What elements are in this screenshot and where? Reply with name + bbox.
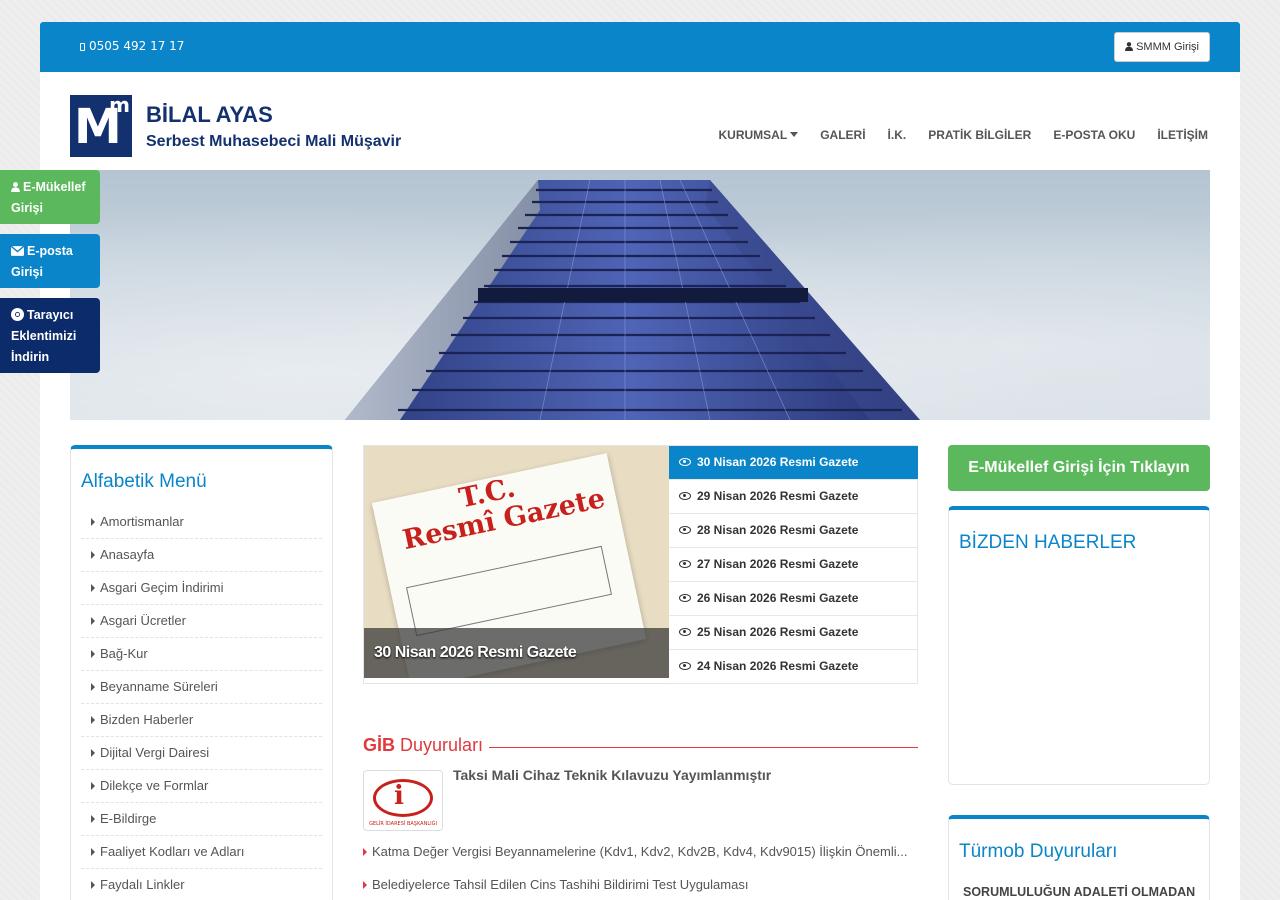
phone-info: 0505 492 17 17: [80, 39, 184, 53]
gazete-item[interactable]: 28 Nisan 2026 Resmi Gazete: [669, 514, 918, 548]
gib-announcement-item[interactable]: Belediyelerce Tahsil Edilen Cins Tashihi…: [363, 877, 918, 892]
gazete-caption: 30 Nisan 2026 Resmi Gazete: [364, 628, 669, 678]
chevron-right-icon: [91, 782, 95, 790]
main-nav: KURUMSAL GALERİ İ.K. PRATİK BİLGİLER E-P…: [719, 128, 1208, 142]
nav-item-pratik-bilgiler[interactable]: PRATİK BİLGİLER: [928, 128, 1031, 142]
smmm-login-label: SMMM Girişi: [1136, 41, 1199, 53]
list-item[interactable]: Dijital Vergi Dairesi: [81, 737, 322, 770]
gib-logo-icon: i: [394, 781, 404, 811]
turmob-announcement[interactable]: SORUMLULUĞUN ADALETİ OLMADAN: [963, 885, 1195, 899]
side-tab-tarayici[interactable]: Tarayıcı Eklentimizi İndirin: [0, 298, 100, 373]
bizden-haberler-panel: BİZDEN HABERLER: [948, 506, 1210, 785]
gazete-list: 30 Nisan 2026 Resmi Gazete 29 Nisan 2026…: [669, 446, 918, 684]
eye-icon: [679, 458, 691, 466]
resmi-gazete-widget: T.C. Resmî Gazete 30 Nisan 2026 Resmi Ga…: [363, 445, 918, 684]
eye-icon: [679, 594, 691, 602]
alphabetic-menu-panel: Alfabetik Menü Amortismanlar Anasayfa As…: [70, 445, 333, 900]
nav-item-galeri[interactable]: GALERİ: [820, 128, 865, 142]
chevron-right-icon: [91, 584, 95, 592]
chevron-right-icon: [363, 848, 367, 856]
nav-item-iletisim[interactable]: İLETİŞİM: [1157, 128, 1208, 142]
brand-name[interactable]: BİLAL AYAS: [146, 102, 273, 128]
page-container: 0505 492 17 17 SMMM Girişi M m BİLAL AYA…: [40, 22, 1240, 900]
chevron-right-icon: [91, 881, 95, 889]
logo-super: m: [109, 93, 130, 117]
alphabetic-menu-list: Amortismanlar Anasayfa Asgari Geçim İndi…: [81, 506, 322, 900]
gazete-item[interactable]: 27 Nisan 2026 Resmi Gazete: [669, 548, 918, 582]
user-icon: [11, 182, 20, 192]
caret-down-icon: [790, 132, 799, 137]
gib-headline-link[interactable]: Taksi Mali Cihaz Teknik Kılavuzu Yayımla…: [453, 767, 771, 783]
nav-item-kurumsal[interactable]: KURUMSAL: [719, 128, 799, 142]
envelope-icon: [10, 245, 25, 256]
site-header: M m BİLAL AYAS Serbest Muhasebeci Mali M…: [40, 72, 1240, 170]
list-item[interactable]: Bizden Haberler: [81, 704, 322, 737]
smmm-login-button[interactable]: SMMM Girişi: [1114, 32, 1210, 62]
phone-icon: [80, 43, 85, 51]
nav-item-ik[interactable]: İ.K.: [888, 128, 907, 142]
brand-subtitle: Serbest Muhasebeci Mali Müşavir: [146, 133, 402, 150]
chevron-right-icon: [91, 716, 95, 724]
turmob-title: Türmob Duyuruları: [959, 841, 1118, 862]
chevron-right-icon: [91, 617, 95, 625]
list-item[interactable]: Dilekçe ve Formlar: [81, 770, 322, 803]
list-item[interactable]: Faaliyet Kodları ve Adları: [81, 836, 322, 869]
chrome-icon: [11, 308, 24, 321]
gazete-item[interactable]: 29 Nisan 2026 Resmi Gazete: [669, 480, 918, 514]
bizden-haberler-title: BİZDEN HABERLER: [959, 532, 1137, 553]
gazete-item[interactable]: 25 Nisan 2026 Resmi Gazete: [669, 616, 918, 650]
chevron-right-icon: [91, 848, 95, 856]
eye-icon: [679, 526, 691, 534]
user-icon: [1125, 42, 1134, 51]
side-tab-emukellef[interactable]: E-Mükellef Girişi: [0, 170, 100, 224]
chevron-right-icon: [91, 518, 95, 526]
gib-title-divider: [489, 747, 918, 748]
building-image: [345, 179, 920, 420]
list-item[interactable]: Asgari Geçim İndirimi: [81, 572, 322, 605]
emukellef-login-button[interactable]: E-Mükellef Girişi İçin Tıklayın: [948, 445, 1210, 491]
list-item[interactable]: Anasayfa: [81, 539, 322, 572]
eye-icon: [679, 492, 691, 500]
gazete-item[interactable]: 26 Nisan 2026 Resmi Gazete: [669, 582, 918, 616]
top-bar: 0505 492 17 17 SMMM Girişi: [40, 22, 1240, 72]
hero-banner: [70, 170, 1210, 420]
chevron-right-icon: [91, 650, 95, 658]
chevron-right-icon: [91, 683, 95, 691]
list-item[interactable]: Beyanname Süreleri: [81, 671, 322, 704]
side-tab-eposta[interactable]: E-posta Girişi: [0, 234, 100, 288]
gazete-image[interactable]: T.C. Resmî Gazete 30 Nisan 2026 Resmi Ga…: [364, 446, 669, 678]
list-item[interactable]: Bağ-Kur: [81, 638, 322, 671]
brand-logo[interactable]: M m: [70, 93, 132, 157]
list-item[interactable]: E-Bildirge: [81, 803, 322, 836]
eye-icon: [679, 662, 691, 670]
chevron-right-icon: [363, 881, 367, 889]
gib-logo: i GELİR İDARESİ BAŞKANLIĞI: [363, 770, 443, 831]
alphabetic-menu-title: Alfabetik Menü: [81, 471, 207, 492]
chevron-right-icon: [91, 551, 95, 559]
list-item[interactable]: Faydalı Linkler: [81, 869, 322, 900]
chevron-right-icon: [91, 749, 95, 757]
nav-item-eposta-oku[interactable]: E-POSTA OKU: [1053, 128, 1135, 142]
list-item[interactable]: Asgari Ücretler: [81, 605, 322, 638]
turmob-panel: Türmob Duyuruları SORUMLULUĞUN ADALETİ O…: [948, 815, 1210, 900]
gib-announcement-item[interactable]: Katma Değer Vergisi Beyannamelerine (Kdv…: [363, 844, 918, 859]
list-item[interactable]: Amortismanlar: [81, 506, 322, 539]
chevron-right-icon: [91, 815, 95, 823]
eye-icon: [679, 560, 691, 568]
gazete-item[interactable]: 30 Nisan 2026 Resmi Gazete: [669, 446, 918, 480]
gib-logo-text: GELİR İDARESİ BAŞKANLIĞI: [369, 821, 437, 827]
eye-icon: [679, 628, 691, 636]
phone-number: 0505 492 17 17: [89, 39, 185, 53]
gib-section-title: GİB Duyuruları: [363, 735, 484, 755]
gazete-item[interactable]: 24 Nisan 2026 Resmi Gazete: [669, 650, 918, 684]
